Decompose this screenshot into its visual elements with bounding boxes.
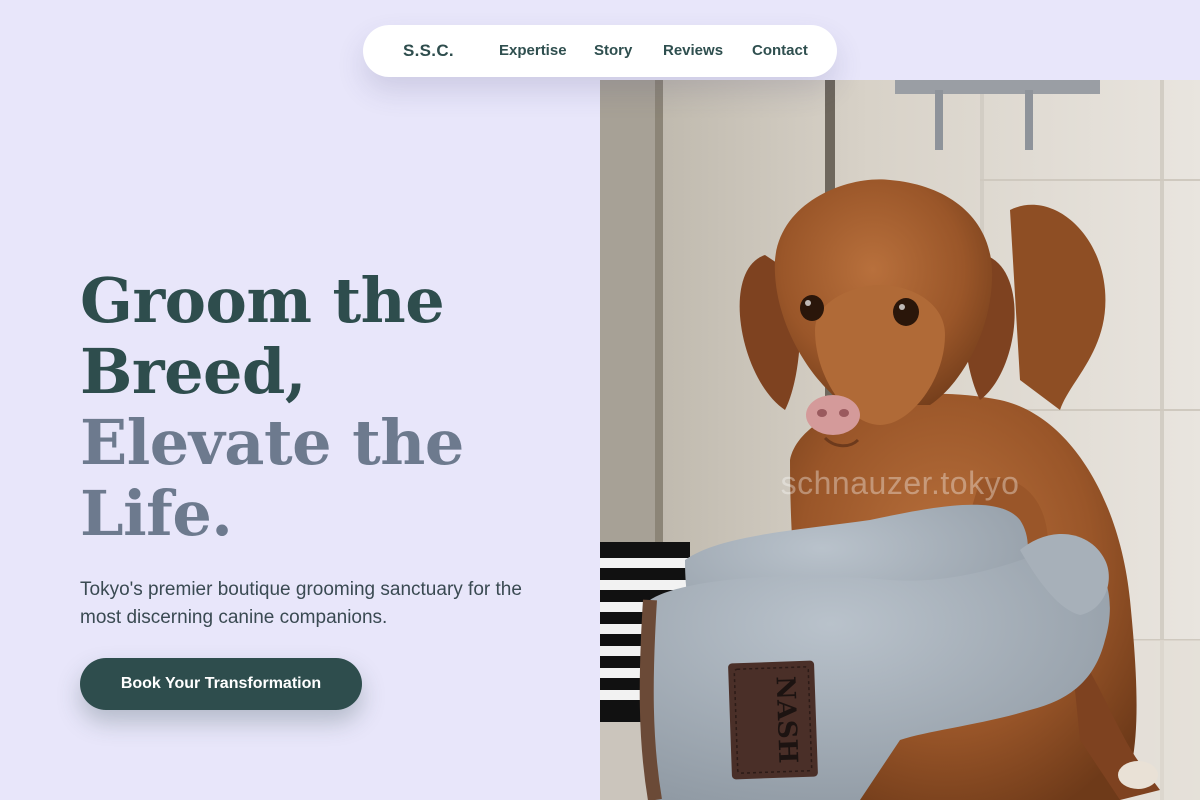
nav-link-expertise[interactable]: Expertise <box>499 25 567 77</box>
image-watermark: schnauzer.tokyo <box>780 465 1020 501</box>
headline-line-1: Groom the <box>80 264 445 337</box>
nav-link-story[interactable]: Story <box>594 25 632 77</box>
nav-link-contact[interactable]: Contact <box>752 25 808 77</box>
hero-subtitle: Tokyo's premier boutique grooming sanctu… <box>80 579 522 628</box>
headline-line-3: Elevate the <box>80 406 464 479</box>
nav-link-reviews[interactable]: Reviews <box>663 25 723 77</box>
headline-line-4: Life. <box>80 477 233 550</box>
glove-brand-logo: NASH <box>769 676 802 764</box>
top-nav: S.S.C. Expertise Story Reviews Contact <box>363 25 837 77</box>
hero-image: NASH schnauzer.tokyo <box>600 80 1200 800</box>
brand-logo[interactable]: S.S.C. <box>403 25 454 77</box>
hero-headline: Groom the Breed, Elevate the Life. <box>80 265 464 549</box>
headline-line-2: Breed, <box>80 335 306 408</box>
book-transformation-button[interactable]: Book Your Transformation <box>80 658 362 710</box>
dog-grooming-illustration: NASH <box>600 80 1200 800</box>
